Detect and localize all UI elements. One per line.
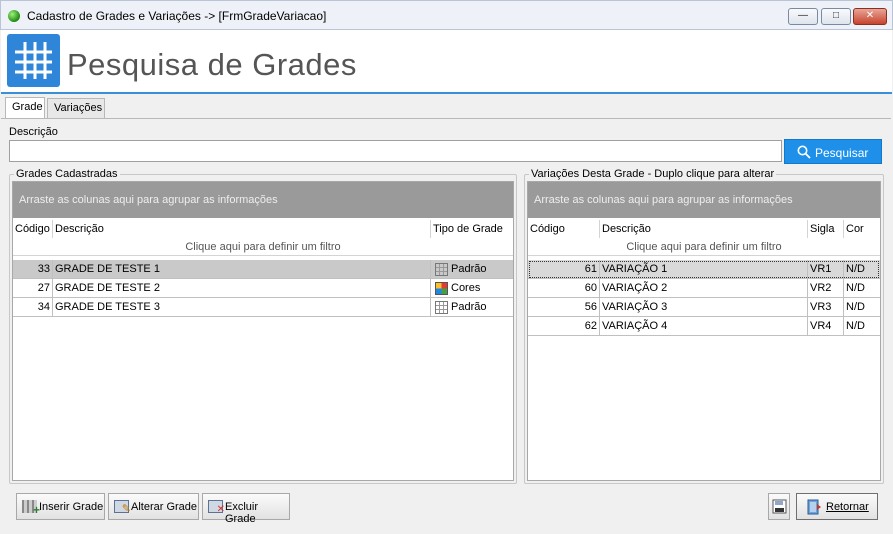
cell-cor: N/D xyxy=(846,282,865,294)
table-row[interactable]: 62 VARIAÇÃO 4 VR4 N/D xyxy=(528,317,880,336)
minimize-button[interactable]: — xyxy=(788,8,818,25)
edit-grade-button[interactable]: Alterar Grade xyxy=(108,493,199,520)
tab-variacoes[interactable]: Variações xyxy=(47,98,105,118)
table-row[interactable]: 27 GRADE DE TESTE 2 Cores xyxy=(13,279,513,298)
variacoes-table[interactable]: Arraste as colunas aqui para agrupar as … xyxy=(527,181,881,481)
cell-sigla: VR2 xyxy=(808,279,844,298)
cell-codigo: 62 xyxy=(528,317,600,336)
cell-cor: N/D xyxy=(846,263,865,275)
cell-codigo: 60 xyxy=(528,279,600,298)
tab-grade[interactable]: Grade xyxy=(5,97,45,118)
group-by-area[interactable]: Arraste as colunas aqui para agrupar as … xyxy=(528,182,880,218)
page-title: Pesquisa de Grades xyxy=(67,47,357,82)
cell-descricao: GRADE DE TESTE 2 xyxy=(53,279,431,298)
grades-group-title: Grades Cadastradas xyxy=(14,168,120,180)
column-header-codigo[interactable]: Código xyxy=(528,220,600,238)
variacoes-group: Variações Desta Grade - Duplo clique par… xyxy=(524,168,884,484)
return-label: Retornar xyxy=(826,501,869,513)
search-label: Descrição xyxy=(9,126,58,138)
column-header-descricao[interactable]: Descrição xyxy=(600,220,808,238)
cell-tipo-label: Cores xyxy=(451,282,481,294)
column-header-descricao[interactable]: Descrição xyxy=(53,220,431,238)
variacoes-group-title: Variações Desta Grade - Duplo clique par… xyxy=(529,168,777,180)
column-header-sigla[interactable]: Sigla xyxy=(808,220,844,238)
group-by-area[interactable]: Arraste as colunas aqui para agrupar as … xyxy=(13,182,513,218)
cell-cor: N/D xyxy=(846,301,865,313)
search-button[interactable]: Pesquisar xyxy=(784,139,882,164)
grid-logo-icon xyxy=(7,34,60,87)
edit-grid-icon xyxy=(114,500,131,515)
table-row[interactable]: 60 VARIAÇÃO 2 VR2 N/D xyxy=(528,279,880,298)
cell-codigo: 61 xyxy=(528,260,600,279)
cell-codigo: 27 xyxy=(13,279,53,298)
table-row[interactable]: 34 GRADE DE TESTE 3 Padrão xyxy=(13,298,513,317)
cell-tipo: Padrão xyxy=(431,260,515,279)
edit-grade-label: Alterar Grade xyxy=(131,501,198,513)
cell-sigla: VR3 xyxy=(808,298,844,317)
close-button[interactable]: ✕ xyxy=(853,8,887,25)
window-title: Cadastro de Grades e Variações -> [FrmGr… xyxy=(27,9,327,23)
page-header: Pesquisa de Grades xyxy=(1,30,892,94)
minimize-icon: — xyxy=(798,10,808,21)
close-icon: ✕ xyxy=(865,10,875,21)
table-row[interactable]: 56 VARIAÇÃO 3 VR3 N/D xyxy=(528,298,880,317)
insert-grade-label: Inserir Grade xyxy=(39,501,104,513)
cell-descricao: GRADE DE TESTE 1 xyxy=(53,260,431,279)
exit-door-icon xyxy=(807,499,821,515)
cell-tipo: Padrão xyxy=(431,298,515,317)
filter-row[interactable]: Clique aqui para definir um filtro xyxy=(528,239,880,256)
table-row[interactable]: 33 GRADE DE TESTE 1 Padrão xyxy=(13,260,513,279)
color-palette-icon xyxy=(435,282,448,295)
cell-descricao: VARIAÇÃO 1 xyxy=(600,260,808,279)
save-icon xyxy=(772,499,787,514)
column-header-tipo[interactable]: Tipo de Grade xyxy=(431,220,515,238)
cell-tipo-label: Padrão xyxy=(451,301,487,313)
maximize-button[interactable]: □ xyxy=(821,8,851,25)
add-grid-icon xyxy=(22,500,40,517)
app-icon xyxy=(8,10,20,22)
cell-tipo: Cores xyxy=(431,279,515,298)
grid-icon xyxy=(435,301,448,314)
delete-grade-label: Excluir Grade xyxy=(225,501,259,525)
save-layout-button[interactable] xyxy=(768,493,790,520)
delete-grid-icon xyxy=(208,500,225,515)
cell-descricao: GRADE DE TESTE 3 xyxy=(53,298,431,317)
delete-grade-button[interactable]: Excluir Grade xyxy=(202,493,290,525)
table-row[interactable]: 61 VARIAÇÃO 1 VR1 N/D xyxy=(528,260,880,279)
filter-row[interactable]: Clique aqui para definir um filtro xyxy=(13,239,513,256)
cell-sigla: VR4 xyxy=(808,317,844,336)
column-header-codigo[interactable]: Código xyxy=(13,220,53,238)
search-icon xyxy=(797,145,811,159)
cell-codigo: 56 xyxy=(528,298,600,317)
cell-codigo: 33 xyxy=(13,260,53,279)
cell-tipo-label: Padrão xyxy=(451,263,487,275)
cell-cor: N/D xyxy=(846,320,865,332)
cell-codigo: 34 xyxy=(13,298,53,317)
window-titlebar: Cadastro de Grades e Variações -> [FrmGr… xyxy=(0,0,893,30)
maximize-icon: □ xyxy=(832,10,840,21)
cell-descricao: VARIAÇÃO 4 xyxy=(600,317,808,336)
return-button[interactable]: Retornar xyxy=(796,493,878,520)
grid-icon xyxy=(435,263,448,276)
column-header-cor[interactable]: Cor xyxy=(844,220,882,238)
grades-group: Grades Cadastradas Arraste as colunas aq… xyxy=(9,168,517,484)
search-input[interactable] xyxy=(9,140,782,162)
grades-table[interactable]: Arraste as colunas aqui para agrupar as … xyxy=(12,181,514,481)
cell-descricao: VARIAÇÃO 2 xyxy=(600,279,808,298)
search-button-label: Pesquisar xyxy=(815,146,869,160)
cell-sigla: VR1 xyxy=(808,260,844,279)
insert-grade-button[interactable]: Inserir Grade xyxy=(16,493,105,520)
tab-content: Descrição Pesquisar Grades Cadastradas A… xyxy=(1,118,891,530)
cell-descricao: VARIAÇÃO 3 xyxy=(600,298,808,317)
